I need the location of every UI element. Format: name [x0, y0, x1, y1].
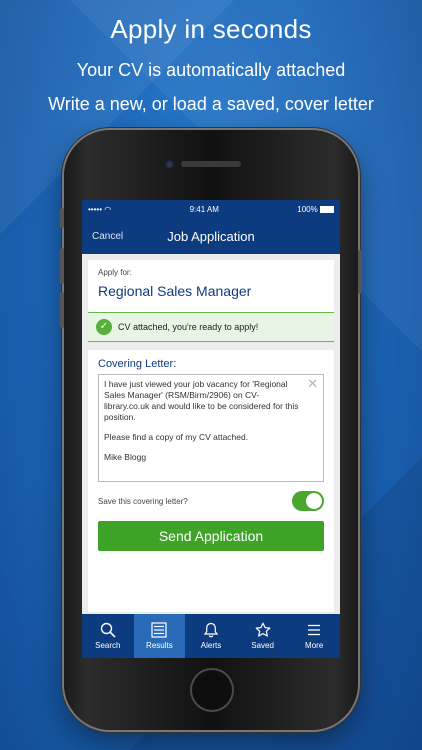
wifi-icon: ◠	[104, 204, 112, 214]
promo-line-1: Your CV is automatically attached	[76, 60, 346, 80]
volume-down-button	[60, 292, 64, 328]
tab-saved[interactable]: Saved	[237, 614, 289, 658]
menu-icon	[308, 624, 321, 636]
star-icon	[255, 622, 270, 637]
letter-paragraph-2: Please find a copy of my CV attached.	[104, 432, 249, 442]
tab-alerts[interactable]: Alerts	[185, 614, 237, 658]
tab-search[interactable]: Search	[82, 614, 134, 658]
volume-up-button	[60, 248, 64, 284]
save-letter-label: Save this covering letter?	[98, 496, 188, 506]
send-application-button[interactable]: Send Application	[98, 521, 324, 551]
mute-switch	[60, 208, 64, 228]
status-time: 9:41 AM	[189, 204, 219, 214]
phone-frame: ••••• ◠ 9:41 AM 100% Cancel Job Applicat…	[60, 130, 362, 730]
tab-more-label: More	[305, 641, 324, 650]
promo-headline: Apply in seconds	[110, 14, 312, 44]
tab-alerts-label: Alerts	[200, 641, 222, 650]
bell-icon	[203, 622, 219, 638]
apply-for-card: Apply for: Regional Sales Manager	[88, 260, 334, 312]
earpiece-speaker	[181, 161, 241, 167]
tab-results[interactable]: Results	[133, 614, 186, 658]
clear-icon[interactable]: ✕	[307, 377, 318, 390]
cv-attached-text: CV attached, you're ready to apply!	[118, 322, 259, 332]
tab-more[interactable]: More	[288, 614, 340, 658]
letter-signature: Mike Blogg	[104, 452, 147, 462]
covering-letter-textarea[interactable]: ✕ I have just viewed your job vacancy fo…	[98, 374, 324, 482]
covering-letter-label: Covering Letter:	[98, 358, 177, 370]
covering-letter-card: Covering Letter: ✕ I have just viewed yo…	[88, 350, 334, 612]
status-bar: ••••• ◠ 9:41 AM 100%	[82, 200, 340, 218]
front-camera	[165, 160, 174, 169]
save-letter-toggle[interactable]	[292, 491, 324, 511]
check-icon: ✓	[96, 319, 112, 335]
letter-paragraph-1: I have just viewed your job vacancy for …	[104, 379, 299, 422]
cv-attached-banner: ✓ CV attached, you're ready to apply!	[88, 312, 334, 342]
tab-bar: Search Results Alerts Saved More	[82, 614, 340, 658]
battery-status: 100%	[297, 205, 334, 214]
toggle-knob	[306, 493, 322, 509]
home-button	[192, 670, 232, 710]
tab-results-label: Results	[146, 641, 173, 650]
tab-search-label: Search	[95, 641, 121, 650]
search-icon	[100, 622, 116, 638]
save-letter-row: Save this covering letter?	[98, 491, 324, 511]
nav-bar: Cancel Job Application	[82, 218, 340, 254]
promo-line-2: Write a new, or load a saved, cover lett…	[48, 94, 374, 114]
job-title: Regional Sales Manager	[98, 283, 252, 299]
apply-for-label: Apply for:	[98, 268, 132, 277]
battery-icon	[319, 205, 334, 213]
carrier-signal: ••••• ◠	[88, 204, 112, 214]
cancel-button[interactable]: Cancel	[92, 231, 123, 242]
power-button	[358, 250, 362, 294]
app-screen: ••••• ◠ 9:41 AM 100% Cancel Job Applicat…	[82, 200, 340, 658]
results-icon	[151, 622, 167, 638]
tab-saved-label: Saved	[251, 641, 274, 650]
